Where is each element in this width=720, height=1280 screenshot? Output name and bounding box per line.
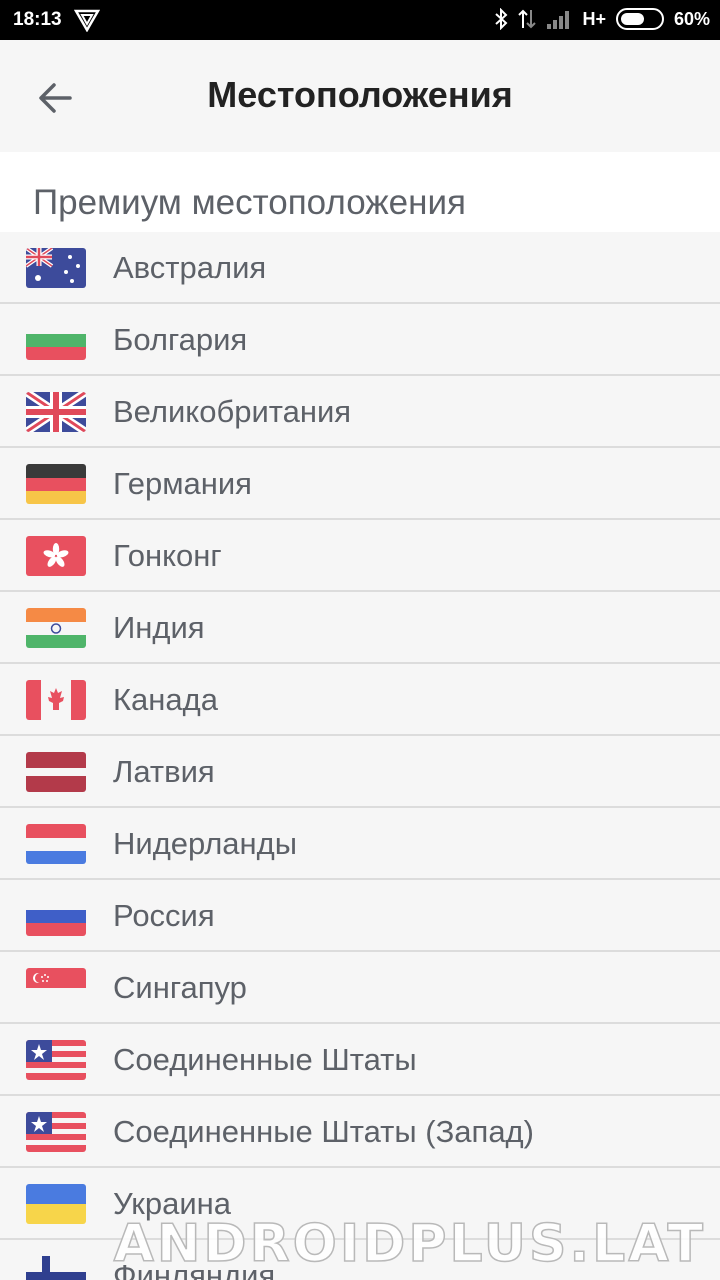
location-item-netherlands[interactable]: Нидерланды xyxy=(0,808,720,880)
signal-icon xyxy=(547,11,570,29)
location-item-uk[interactable]: Великобритания xyxy=(0,376,720,448)
location-item-canada[interactable]: Канада xyxy=(0,664,720,736)
location-name: Канада xyxy=(113,682,218,717)
location-item-bulgaria[interactable]: Болгария xyxy=(0,304,720,376)
location-item-singapore[interactable]: Сингапур xyxy=(0,952,720,1024)
location-name: Соединенные Штаты (Запад) xyxy=(113,1114,534,1149)
germany-flag-icon xyxy=(26,464,86,504)
latvia-flag-icon xyxy=(26,752,86,792)
location-item-india[interactable]: Индия xyxy=(0,592,720,664)
app-bar: Местоположения xyxy=(0,40,720,152)
battery-percent: 60% xyxy=(673,8,710,29)
netherlands-flag-icon xyxy=(26,824,86,864)
finland-flag-icon xyxy=(26,1256,86,1280)
usa-flag-icon xyxy=(26,1112,86,1152)
network-type: H+ xyxy=(582,8,606,29)
location-item-hong-kong[interactable]: Гонконг xyxy=(0,520,720,592)
location-name: Гонконг xyxy=(113,538,222,573)
location-item-germany[interactable]: Германия xyxy=(0,448,720,520)
location-item-usa[interactable]: Соединенные Штаты xyxy=(0,1024,720,1096)
singapore-flag-icon xyxy=(26,968,86,1008)
india-flag-icon xyxy=(26,608,86,648)
data-transfer-icon xyxy=(518,9,537,29)
battery-icon xyxy=(615,8,664,30)
bluetooth-icon xyxy=(495,8,508,30)
status-bar: 18:13 H+ 60% xyxy=(0,0,720,40)
location-item-usa-west[interactable]: Соединенные Штаты (Запад) xyxy=(0,1096,720,1168)
location-name: Болгария xyxy=(113,322,248,357)
watermark: ANDROIDPLUS.LAT xyxy=(113,1213,706,1275)
location-item-latvia[interactable]: Латвия xyxy=(0,736,720,808)
section-label: Премиум местоположения xyxy=(33,183,466,222)
usa-flag-icon xyxy=(26,1040,86,1080)
location-name: Латвия xyxy=(113,754,215,789)
uk-flag-icon xyxy=(26,392,86,432)
location-name: Индия xyxy=(113,610,205,645)
location-list: Австралия Болгария Великобритания Герман… xyxy=(0,232,720,1280)
battery-level xyxy=(620,13,644,25)
location-name: Австралия xyxy=(113,250,267,285)
location-name: Германия xyxy=(113,466,252,501)
russia-flag-icon xyxy=(26,896,86,936)
australia-flag-icon xyxy=(26,248,86,288)
hong-kong-flag-icon xyxy=(26,536,86,576)
location-name: Великобритания xyxy=(113,394,352,429)
location-name: Нидерланды xyxy=(113,826,298,861)
bulgaria-flag-icon xyxy=(26,320,86,360)
canada-flag-icon xyxy=(26,680,86,720)
location-item-russia[interactable]: Россия xyxy=(0,880,720,952)
page-title: Местоположения xyxy=(207,74,513,115)
status-time: 18:13 xyxy=(13,9,62,30)
status-icons: H+ 60% xyxy=(494,8,710,30)
location-name: Россия xyxy=(113,898,215,933)
ukraine-flag-icon xyxy=(26,1184,86,1224)
vpn-shield-icon xyxy=(74,9,100,32)
location-name: Соединенные Штаты xyxy=(113,1042,417,1077)
location-item-australia[interactable]: Австралия xyxy=(0,232,720,304)
location-name: Сингапур xyxy=(113,970,247,1005)
